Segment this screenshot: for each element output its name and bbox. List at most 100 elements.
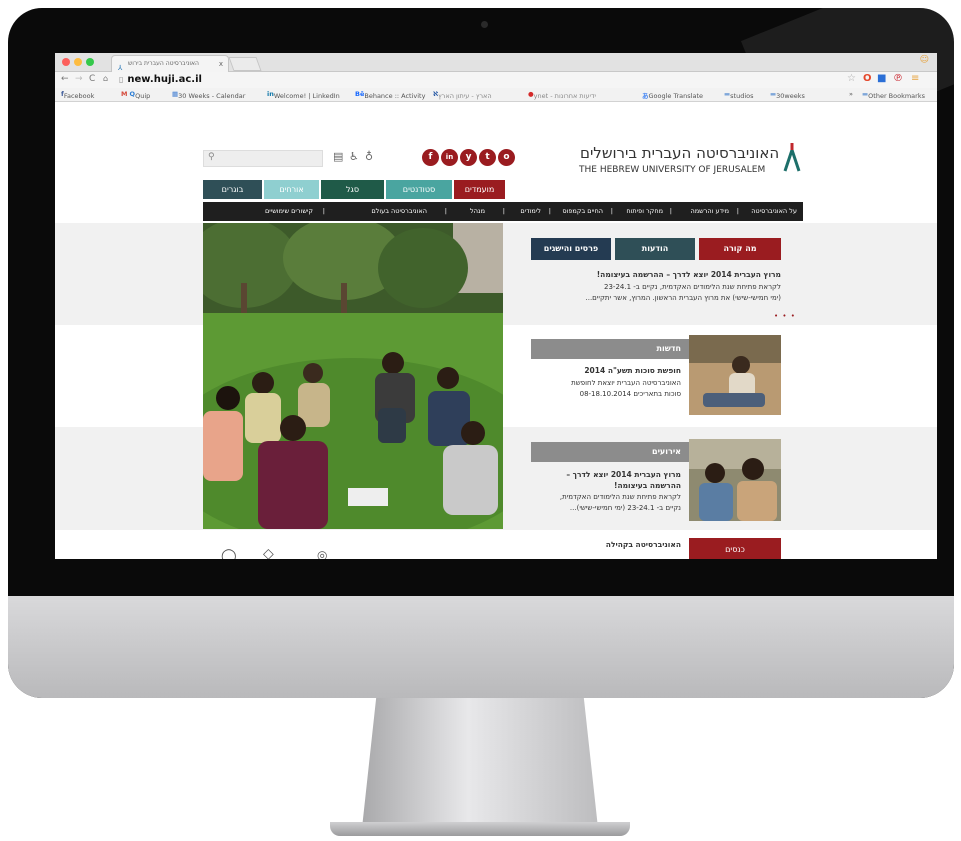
- url-text: new.huji.ac.il: [127, 74, 202, 85]
- browser-tab[interactable]: ⅄ האוניברסיטה העברית בירוש x: [111, 55, 229, 72]
- imac-monitor: ⅄ האוניברסיטה העברית בירוש x ☺ ← → C ⌂ ▯…: [8, 8, 954, 698]
- nav-separator: |: [548, 207, 551, 215]
- twitter-icon[interactable]: t: [479, 149, 496, 166]
- nav-separator: |: [736, 207, 739, 215]
- hero-photo[interactable]: [203, 223, 503, 529]
- read-more-dots[interactable]: • • •: [774, 312, 796, 320]
- profile-icon[interactable]: ☺: [920, 55, 929, 65]
- events-title-line1[interactable]: מרוץ העברית 2014 יוצא לדרך –: [525, 470, 681, 479]
- audience-tab-guests[interactable]: אורחים: [264, 180, 319, 199]
- bookmark-other[interactable]: ▬ Other Bookmarks: [862, 90, 925, 100]
- nav-item-international[interactable]: האוניברסיטה בעולם: [371, 202, 427, 221]
- huji-logo-icon: [783, 143, 801, 172]
- bookmark-ynet[interactable]: ● ynet - ידיעות אחרונות: [528, 90, 596, 100]
- zoom-window-icon[interactable]: [86, 58, 94, 66]
- events-text-line2: נקיים ב- 23-24.1 (ימי חמישי-שישי)...: [569, 504, 681, 512]
- graduation-cap-icon[interactable]: ◇: [263, 546, 274, 559]
- pinterest-extension-icon[interactable]: ℗: [893, 73, 903, 84]
- screen: ⅄ האוניברסיטה העברית בירוש x ☺ ← → C ⌂ ▯…: [55, 53, 937, 559]
- tab-close-icon[interactable]: x: [219, 56, 223, 72]
- close-window-icon[interactable]: [62, 58, 70, 66]
- globe-icon[interactable]: ◯: [221, 548, 237, 559]
- accessibility-icon[interactable]: ♿: [349, 150, 359, 163]
- monitor-stand: [362, 698, 598, 828]
- monitor-stand-foot: [330, 822, 630, 836]
- bookmark-facebook[interactable]: f Facebook: [61, 90, 94, 100]
- bookmark-behance[interactable]: Bē Behance :: Activity: [355, 90, 425, 100]
- bookmarks-overflow[interactable]: »: [849, 90, 853, 98]
- tab-whats-happening[interactable]: מה קורה: [699, 238, 781, 260]
- nav-item-research[interactable]: מחקר ופיתוח: [626, 202, 663, 221]
- new-tab-button[interactable]: [228, 57, 262, 71]
- home-icon[interactable]: ⌂: [103, 74, 108, 83]
- news-thumbnail[interactable]: [689, 335, 781, 415]
- tab-title: האוניברסיטה העברית בירוש: [128, 60, 199, 67]
- logo-hebrew[interactable]: האוניברסיטה העברית בירושלים: [580, 144, 779, 162]
- tab-announcements[interactable]: הודעות: [615, 238, 695, 260]
- reload-icon[interactable]: C: [89, 74, 95, 84]
- conferences-button[interactable]: כנסים: [689, 538, 781, 559]
- chat-icon[interactable]: ♁: [365, 150, 373, 163]
- bookmarks-bar: f Facebook M Q Quip ▦ 30 Weeks - Calenda…: [55, 88, 937, 102]
- feature-title[interactable]: מרוץ העברית 2014 יוצא לדרך – ההרשמה בעיצ…: [525, 270, 781, 279]
- bookmark-30weeks[interactable]: ▬ 30weeks: [770, 90, 805, 100]
- bookmark-star-icon[interactable]: ☆: [847, 73, 856, 84]
- download-extension-icon[interactable]: ■: [877, 73, 886, 84]
- feature-text-line2: (ימי חמישי-שישי) את מרוץ העברית הראשון. …: [585, 294, 782, 302]
- page-icon: ▯: [119, 75, 124, 84]
- logo-english[interactable]: THE HEBREW UNIVERSITY OF JERUSALEM: [579, 165, 765, 175]
- events-header[interactable]: אירועים: [531, 442, 691, 462]
- audience-tab-applicants[interactable]: מועמדים: [454, 180, 505, 199]
- opera-extension-icon[interactable]: O: [863, 73, 872, 84]
- bookmark-studios[interactable]: ▬ studios: [724, 90, 754, 100]
- award-icon[interactable]: ◎: [317, 548, 327, 559]
- audience-tab-staff[interactable]: סגל: [321, 180, 384, 199]
- nav-separator: |: [610, 207, 613, 215]
- linkedin-icon[interactable]: in: [441, 149, 458, 166]
- url-field[interactable]: ▯ new.huji.ac.il: [119, 73, 809, 86]
- nav-item-studies[interactable]: לימודים: [520, 202, 541, 221]
- community-heading[interactable]: האוניברסיטה בקהילה: [525, 540, 681, 549]
- news-text-line1: האוניברסיטה העברית יוצאת לחופשת: [571, 379, 681, 387]
- bookmark-calendar[interactable]: ▦ 30 Weeks - Calendar: [172, 90, 245, 100]
- bookmark-haaretz[interactable]: ℵ הארץ - עיתון הארץ: [433, 90, 492, 100]
- nav-item-admissions[interactable]: מידע והרשמה: [690, 202, 729, 221]
- menu-icon[interactable]: ≡: [911, 73, 919, 84]
- search-icon[interactable]: ⚲: [208, 152, 215, 162]
- news-photo-image: [689, 335, 781, 415]
- webpage: האוניברסיטה העברית בירושלים THE HEBREW U…: [55, 102, 937, 559]
- search-input[interactable]: ⚲: [203, 150, 323, 167]
- events-text-line1: לקראת פתיחת שנת הלימודים האקדמית,: [559, 493, 681, 501]
- back-icon[interactable]: ←: [61, 74, 69, 84]
- feature-text-line1: לקראת פתיחת שנת הלימודים האקדמית, נקיים …: [604, 283, 781, 291]
- youtube-icon[interactable]: y: [460, 149, 477, 166]
- students-on-lawn-image: [203, 223, 503, 529]
- news-text-line2: סוכות בתאריכים 08-18.10.2014: [579, 390, 681, 398]
- nav-item-campus-life[interactable]: החיים בקמפוס: [562, 202, 603, 221]
- nav-item-about[interactable]: על האוניברסיטה: [751, 202, 797, 221]
- tab-awards[interactable]: פרסים והישגים: [531, 238, 611, 260]
- audience-tab-students[interactable]: סטודנטים: [386, 180, 452, 199]
- facebook-icon[interactable]: f: [422, 149, 439, 166]
- events-photo-image: [689, 439, 781, 521]
- minimize-window-icon[interactable]: [74, 58, 82, 66]
- browser-tab-bar: ⅄ האוניברסיטה העברית בירוש x ☺: [55, 53, 937, 72]
- events-title-line2[interactable]: ההרשמה בעיצומה!: [525, 481, 681, 490]
- clipboard-icon[interactable]: ▤: [333, 150, 343, 163]
- nav-separator: |: [669, 207, 672, 215]
- events-thumbnail[interactable]: [689, 439, 781, 521]
- nav-separator: |: [444, 207, 447, 215]
- instagram-icon[interactable]: o: [498, 149, 515, 166]
- bookmark-linkedin[interactable]: in Welcome! | LinkedIn: [267, 90, 340, 100]
- nav-item-administration[interactable]: מנהל: [470, 202, 485, 221]
- forward-icon[interactable]: →: [75, 74, 83, 84]
- bookmark-google-translate[interactable]: あ Google Translate: [642, 90, 703, 100]
- news-header[interactable]: חדשות: [531, 339, 691, 359]
- camera: [481, 21, 488, 28]
- nav-item-useful-links[interactable]: קישורים שימושיים: [265, 202, 313, 221]
- main-navigation: על האוניברסיטה | מידע והרשמה | מחקר ופית…: [203, 202, 803, 221]
- address-bar-row: ← → C ⌂ ▯ new.huji.ac.il ☆ O ■ ℗ ≡: [55, 72, 937, 88]
- bookmark-quip[interactable]: M Q Quip: [121, 90, 150, 100]
- audience-tab-alumni[interactable]: בוגרים: [203, 180, 262, 199]
- news-title[interactable]: חופשת סוכות תשע"ה 2014: [525, 366, 681, 375]
